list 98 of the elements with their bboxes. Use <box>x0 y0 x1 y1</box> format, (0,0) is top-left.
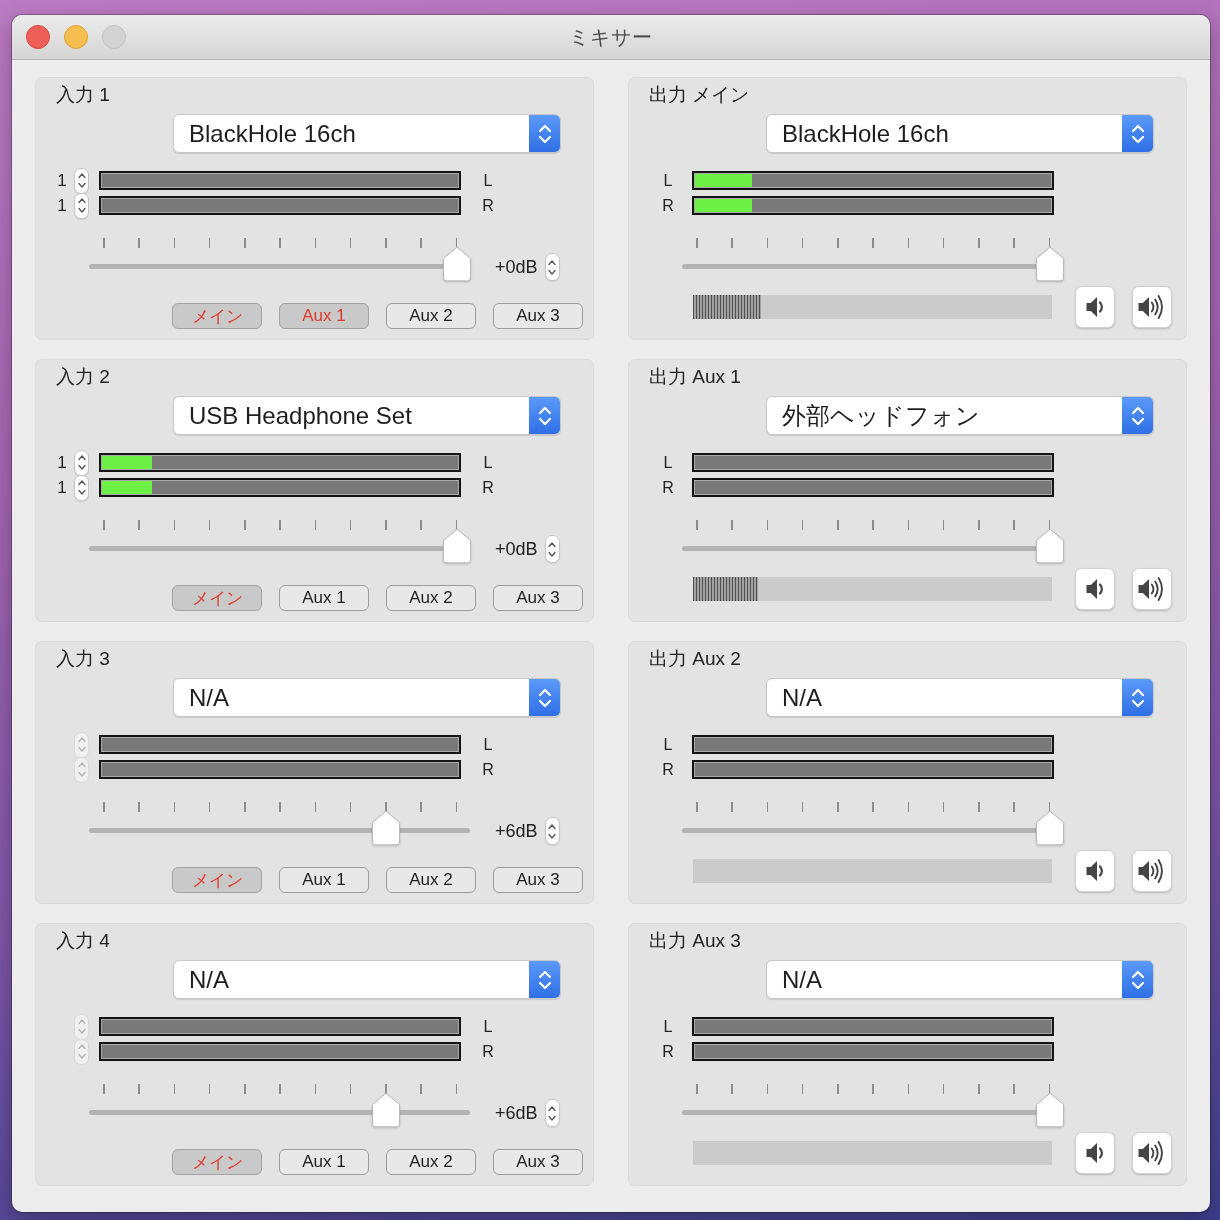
panel-title: 入力 2 <box>56 366 110 388</box>
channel-label: L <box>662 170 674 191</box>
device-popup[interactable]: N/A <box>766 678 1154 717</box>
send-button[interactable]: Aux 1 <box>279 867 369 893</box>
channel-label: R <box>661 477 675 498</box>
channel-label: R <box>482 195 494 216</box>
channel-label: L <box>662 452 674 473</box>
channel-label: R <box>661 759 675 780</box>
volume-down-button[interactable] <box>1075 1132 1115 1174</box>
slider-thumb[interactable] <box>442 528 472 564</box>
send-button[interactable]: Aux 1 <box>279 585 369 611</box>
close-button[interactable] <box>26 25 50 49</box>
volume-down-button[interactable] <box>1075 286 1115 328</box>
gain-reading: +0dB <box>495 256 538 278</box>
gain-stepper[interactable] <box>544 1099 560 1127</box>
updown-arrows-icon <box>1122 115 1153 152</box>
updown-arrows-icon <box>1122 397 1153 434</box>
panel-title: 入力 4 <box>56 930 110 952</box>
gain-slider[interactable] <box>89 520 470 564</box>
channel-label: L <box>662 734 674 755</box>
channel-label: R <box>661 1041 675 1062</box>
updown-arrows-icon <box>529 961 560 998</box>
send-button[interactable]: Aux 1 <box>279 1149 369 1175</box>
gain-slider[interactable] <box>89 1084 470 1128</box>
gain-reading: +6dB <box>495 1102 538 1124</box>
device-popup[interactable]: N/A <box>766 960 1154 999</box>
channel-label: L <box>482 1016 494 1037</box>
speaker-icon <box>1085 578 1105 600</box>
device-popup[interactable]: BlackHole 16ch <box>766 114 1154 153</box>
volume-slider[interactable] <box>682 1084 1063 1128</box>
channel-number: 1 <box>56 170 68 191</box>
volume-down-button[interactable] <box>1075 850 1115 892</box>
channel-number: 1 <box>56 452 68 473</box>
slider-thumb[interactable] <box>371 810 402 846</box>
gain-stepper[interactable] <box>544 535 560 563</box>
panel-title: 入力 3 <box>56 648 110 670</box>
channel-label: L <box>482 734 494 755</box>
channel-label: L <box>662 1016 674 1037</box>
speaker-icon <box>1085 1142 1105 1164</box>
panel-title: 出力 Aux 1 <box>649 366 741 388</box>
panel-title: 出力 Aux 2 <box>649 648 741 670</box>
channel-label: R <box>482 477 494 498</box>
channel-number: 1 <box>56 477 68 498</box>
gain-reading: +6dB <box>495 820 538 842</box>
slider-thumb[interactable] <box>1035 528 1065 564</box>
send-button[interactable]: Aux 2 <box>386 867 476 893</box>
device-popup[interactable]: USB Headphone Set <box>173 396 561 435</box>
volume-up-button[interactable] <box>1132 1132 1172 1174</box>
speaker-loud-icon <box>1138 294 1166 320</box>
panel-title: 出力 メイン <box>649 84 750 106</box>
volume-up-button[interactable] <box>1132 286 1172 328</box>
slider-thumb[interactable] <box>1035 810 1065 846</box>
volume-up-button[interactable] <box>1132 850 1172 892</box>
gain-stepper[interactable] <box>544 253 560 281</box>
channel-label: R <box>661 195 675 216</box>
volume-up-button[interactable] <box>1132 568 1172 610</box>
updown-arrows-icon <box>529 679 560 716</box>
gain-slider[interactable] <box>89 238 470 282</box>
send-button[interactable]: Aux 3 <box>493 303 583 329</box>
device-popup[interactable]: BlackHole 16ch <box>173 114 561 153</box>
channel-label: L <box>482 452 494 473</box>
gain-reading: +0dB <box>495 538 538 560</box>
slider-thumb[interactable] <box>1035 246 1065 282</box>
speaker-loud-icon <box>1138 858 1166 884</box>
panel-title: 入力 1 <box>56 84 110 106</box>
device-popup[interactable]: 外部ヘッドフォン <box>766 396 1154 435</box>
send-button[interactable]: Aux 3 <box>493 1149 583 1175</box>
panel-title: 出力 Aux 3 <box>649 930 741 952</box>
updown-arrows-icon <box>1122 961 1153 998</box>
send-button[interactable]: Aux 3 <box>493 585 583 611</box>
volume-down-button[interactable] <box>1075 568 1115 610</box>
channel-label: L <box>482 170 494 191</box>
channel-label: R <box>482 759 494 780</box>
send-button[interactable]: Aux 2 <box>386 585 476 611</box>
channel-number: 1 <box>56 195 68 216</box>
volume-slider[interactable] <box>682 520 1063 564</box>
channel-label: R <box>482 1041 494 1062</box>
speaker-loud-icon <box>1138 1140 1166 1166</box>
window-title: ミキサー <box>569 24 653 50</box>
speaker-loud-icon <box>1138 576 1166 602</box>
updown-arrows-icon <box>529 397 560 434</box>
slider-thumb[interactable] <box>1035 1092 1065 1128</box>
device-popup[interactable]: N/A <box>173 678 561 717</box>
speaker-icon <box>1085 296 1105 318</box>
send-button[interactable]: Aux 3 <box>493 867 583 893</box>
updown-arrows-icon <box>529 115 560 152</box>
gain-stepper[interactable] <box>544 817 560 845</box>
slider-thumb[interactable] <box>371 1092 402 1128</box>
send-button[interactable]: Aux 2 <box>386 303 476 329</box>
device-popup[interactable]: N/A <box>173 960 561 999</box>
gain-slider[interactable] <box>89 802 470 846</box>
updown-arrows-icon <box>1122 679 1153 716</box>
send-button[interactable]: Aux 2 <box>386 1149 476 1175</box>
slider-thumb[interactable] <box>442 246 472 282</box>
minimize-button[interactable] <box>64 25 88 49</box>
volume-slider[interactable] <box>682 802 1063 846</box>
speaker-icon <box>1085 860 1105 882</box>
volume-slider[interactable] <box>682 238 1063 282</box>
